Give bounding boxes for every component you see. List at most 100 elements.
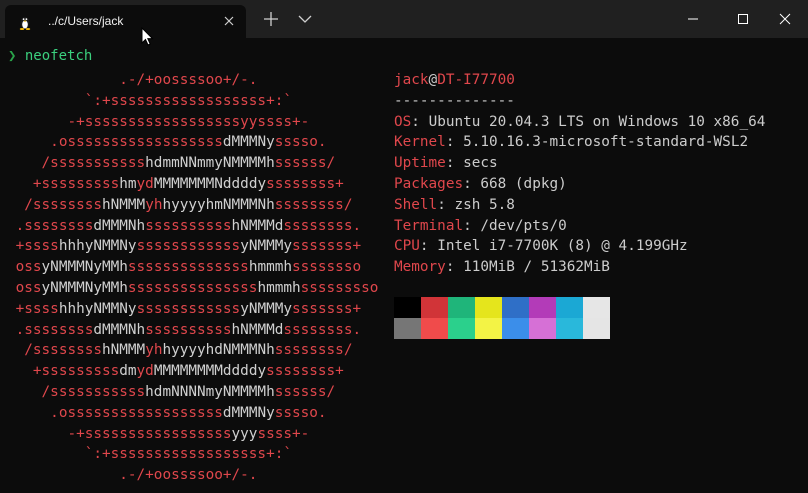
ascii-art-segment: yNMMMNyMMh — [41, 279, 128, 296]
info-value: 5.10.16.3-microsoft-standard-WSL2 — [463, 134, 749, 151]
info-field-uptime: Uptime: secs — [394, 153, 765, 174]
ascii-art-segment: ssssssss. — [283, 217, 362, 234]
ascii-art-segment: sssssss+ — [292, 238, 362, 255]
ascii-art-segment: yNMMMy — [240, 300, 293, 317]
new-tab-plus-icon[interactable] — [263, 11, 279, 27]
ascii-art-segment: ssssss/ — [274, 155, 336, 172]
ascii-art-segment: .ossssssssssssssssss — [7, 404, 223, 421]
linux-penguin-icon — [19, 17, 31, 30]
palette-swatch — [448, 297, 475, 318]
ascii-art-segment: sssssss+ — [292, 300, 362, 317]
ascii-art-segment: +sssssssss — [7, 175, 120, 192]
ascii-art-segment: ssssssss/ — [274, 196, 353, 213]
color-palette — [394, 297, 610, 339]
info-field-memory: Memory: 110MiB / 51362MiB — [394, 257, 765, 278]
info-host: DT-I77700 — [437, 72, 515, 88]
info-value: 668 (dpkg) — [480, 175, 567, 192]
info-field-packages: Packages: 668 (dpkg) — [394, 174, 765, 195]
ascii-art-segment: sssssssso — [300, 279, 379, 296]
ascii-art-segment: -+ssssssssssssssssssyyssss+- — [7, 113, 310, 130]
ascii-art-line: .ossssssssssssssssssdMMMNysssso. — [7, 132, 378, 153]
ascii-art-line: -+ssssssssssssssssssyyssss+- — [7, 112, 378, 133]
ascii-art-segment: hyyyyhmNMMMNh — [162, 196, 275, 213]
ascii-art-line: +sssshhhyNMMNyssssssssssssyNMMMysssssss+ — [7, 236, 378, 257]
ascii-art-segment: hmmmh — [257, 279, 301, 296]
ascii-art-segment: hNMMM — [102, 342, 146, 359]
ascii-art-segment: ssssssssssss — [136, 300, 241, 317]
info-user: jack — [394, 72, 429, 88]
info-colon: : — [445, 155, 464, 172]
user-host-line: jack@DT-I77700 — [394, 70, 765, 91]
ascii-art-line: +ssssssssshmydMMMMMMMNddddyssssssss+ — [7, 174, 378, 195]
close-tab-icon[interactable] — [220, 12, 238, 30]
mouse-pointer-icon — [141, 27, 154, 46]
palette-swatch — [475, 297, 502, 318]
ascii-art-segment: .ssssssss — [7, 217, 94, 234]
chevron-down-icon[interactable] — [298, 14, 312, 24]
terminal-tab[interactable]: ../c/Users/jack — [5, 5, 246, 38]
info-key: Uptime — [394, 155, 446, 172]
palette-swatch — [448, 318, 475, 339]
ascii-art-line: ossyNMMMNyMMhssssssssssssssshmmmhsssssss… — [7, 278, 379, 299]
info-field-cpu: CPU: Intel i7-7700K (8) @ 4.199GHz — [394, 236, 765, 257]
info-value: /dev/pts/0 — [480, 217, 567, 234]
ascii-art-line: /sssssssshNMMMyhhyyyyhmNMMMNhssssssss/ — [7, 195, 378, 216]
info-value: Ubuntu 20.04.3 LTS on Windows 10 x86_64 — [428, 113, 766, 130]
ascii-art-segment: hmmmh — [248, 259, 292, 276]
palette-swatch — [502, 318, 529, 339]
info-key: Terminal — [394, 217, 464, 234]
ascii-art-segment: .-/+oossssoo+/-. — [7, 72, 258, 88]
ascii-art-segment: dMMMNy — [222, 404, 275, 421]
ascii-art-segment: hdmmNNmmyNMMMMh — [145, 155, 275, 172]
palette-swatch — [556, 297, 583, 318]
ascii-art-segment: ssssssss+ — [266, 363, 344, 380]
info-field-os: OS: Ubuntu 20.04.3 LTS on Windows 10 x86… — [394, 112, 765, 133]
ascii-art-segment: yNMMMNyMMh — [41, 259, 128, 276]
palette-swatch — [421, 318, 448, 339]
ascii-art-segment: +ssss — [7, 300, 59, 317]
ascii-art-segment: hdmNNNNmyNMMMMh — [145, 383, 275, 400]
info-colon: : — [419, 238, 438, 255]
ascii-art-segment: yh — [145, 196, 163, 213]
ascii-art-segment: ssssssss/ — [274, 342, 353, 359]
ascii-art-line: +sssssssssdmydMMMMMMMMddddyssssssss+ — [7, 361, 378, 382]
ascii-art-line: ossyNMMMNyMMhsssssssssssssshmmmhssssssso — [7, 257, 378, 278]
palette-swatch — [556, 318, 583, 339]
info-value: secs — [463, 155, 498, 172]
close-window-button[interactable] — [762, 0, 808, 38]
ascii-art-segment: ssssssssssssss — [127, 259, 249, 276]
palette-swatch — [583, 318, 610, 339]
info-field-shell: Shell: zsh 5.8 — [394, 195, 765, 216]
system-info-panel: jack@DT-I77700 -------------- OS: Ubuntu 2… — [394, 70, 765, 278]
info-field-terminal: Terminal: /dev/pts/0 — [394, 216, 765, 237]
ascii-art-segment: /ssssssss — [7, 342, 102, 359]
palette-swatch — [394, 318, 421, 339]
info-key: OS — [394, 113, 412, 130]
ascii-art-segment: dMMMNh — [93, 217, 146, 234]
info-key: Kernel — [394, 134, 446, 151]
ascii-art-segment: ssssssso — [292, 259, 362, 276]
info-key: Shell — [394, 196, 438, 213]
palette-swatch — [475, 318, 502, 339]
ascii-art-segment: `:+ssssssssssssssssss+:` — [7, 92, 292, 109]
maximize-button[interactable] — [720, 0, 766, 38]
ascii-art-line: /sssssssshNMMMyhhyyyyhdNMMMNhssssssss/ — [7, 340, 378, 361]
ascii-art-segment: dMMMNh — [93, 321, 146, 338]
ascii-art-line: /ssssssssssshdmNNNNmyNMMMMhssssss/ — [7, 382, 378, 403]
ascii-art-line: .ssssssssdMMMNhsssssssssshNMMMdssssssss. — [7, 216, 378, 237]
ascii-art-segment: ssssssssss — [145, 321, 232, 338]
ascii-art-segment: ssss+- — [257, 425, 310, 442]
info-key: CPU — [394, 238, 420, 255]
ascii-art-segment: dMMMNy — [222, 134, 275, 151]
palette-swatch — [502, 297, 529, 318]
info-colon: : — [411, 113, 429, 130]
ascii-art-line: .-/+oossssoo+/-. — [7, 70, 378, 91]
ascii-art-line: .ssssssssdMMMNhsssssssssshNMMMdssssssss. — [7, 320, 378, 341]
minimize-button[interactable] — [670, 0, 716, 38]
info-value: zsh 5.8 — [454, 196, 515, 213]
palette-swatch — [421, 297, 448, 318]
ascii-art-segment: .-/+oossssoo+/-. — [7, 467, 258, 484]
command-prompt[interactable]: ❯ neofetch — [8, 46, 92, 66]
ascii-art-segment: .ossssssssssssssssss — [7, 134, 223, 151]
ascii-art-segment: +sssssssss — [7, 363, 120, 380]
